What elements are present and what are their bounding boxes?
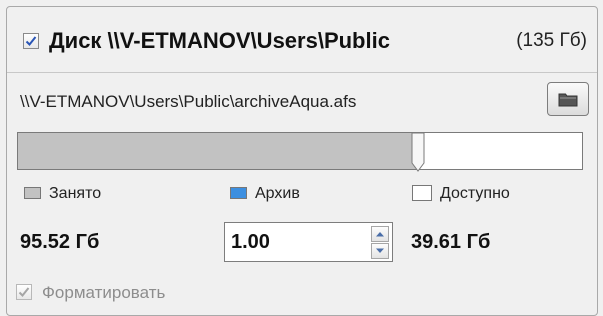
- disk-title: Диск \\V-ETMANOV\Users\Public: [49, 28, 390, 53]
- occupied-swatch: [24, 187, 41, 199]
- disk-header: Диск \\V-ETMANOV\Users\Public (135 Гб): [7, 7, 597, 73]
- chevron-up-icon: [376, 232, 384, 237]
- folder-icon: [558, 93, 578, 107]
- occupied-value: 95.52 Гб: [20, 231, 100, 253]
- spin-down-button[interactable]: [371, 243, 389, 259]
- checkmark-icon: [18, 287, 30, 297]
- available-value: 39.61 Гб: [411, 231, 491, 253]
- legend-available-label: Доступно: [440, 185, 510, 202]
- archive-swatch: [230, 187, 247, 199]
- format-checkbox[interactable]: [16, 284, 32, 300]
- legend-archive: Архив: [230, 185, 300, 205]
- legend-archive-label: Архив: [255, 185, 300, 202]
- disk-usage-bar: [17, 132, 583, 170]
- legend-occupied: Занято: [24, 185, 101, 205]
- legend-occupied-label: Занято: [49, 185, 102, 202]
- archive-path: \\V-ETMANOV\Users\Public\archiveAqua.afs: [20, 92, 357, 111]
- archive-size-slider-thumb[interactable]: [411, 132, 425, 172]
- format-label: Форматировать: [42, 283, 166, 302]
- browse-folder-button[interactable]: [547, 82, 589, 116]
- legend-available: Доступно: [412, 185, 510, 205]
- disk-size: (135 Гб): [516, 30, 587, 51]
- checkmark-icon: [25, 36, 37, 46]
- archive-size-spinbox[interactable]: [224, 222, 393, 262]
- disk-checkbox[interactable]: [23, 33, 39, 49]
- spin-up-button[interactable]: [371, 226, 389, 242]
- chevron-down-icon: [376, 248, 384, 253]
- occupied-fill: [18, 133, 418, 169]
- archive-size-input[interactable]: [231, 229, 351, 255]
- available-swatch: [412, 185, 432, 201]
